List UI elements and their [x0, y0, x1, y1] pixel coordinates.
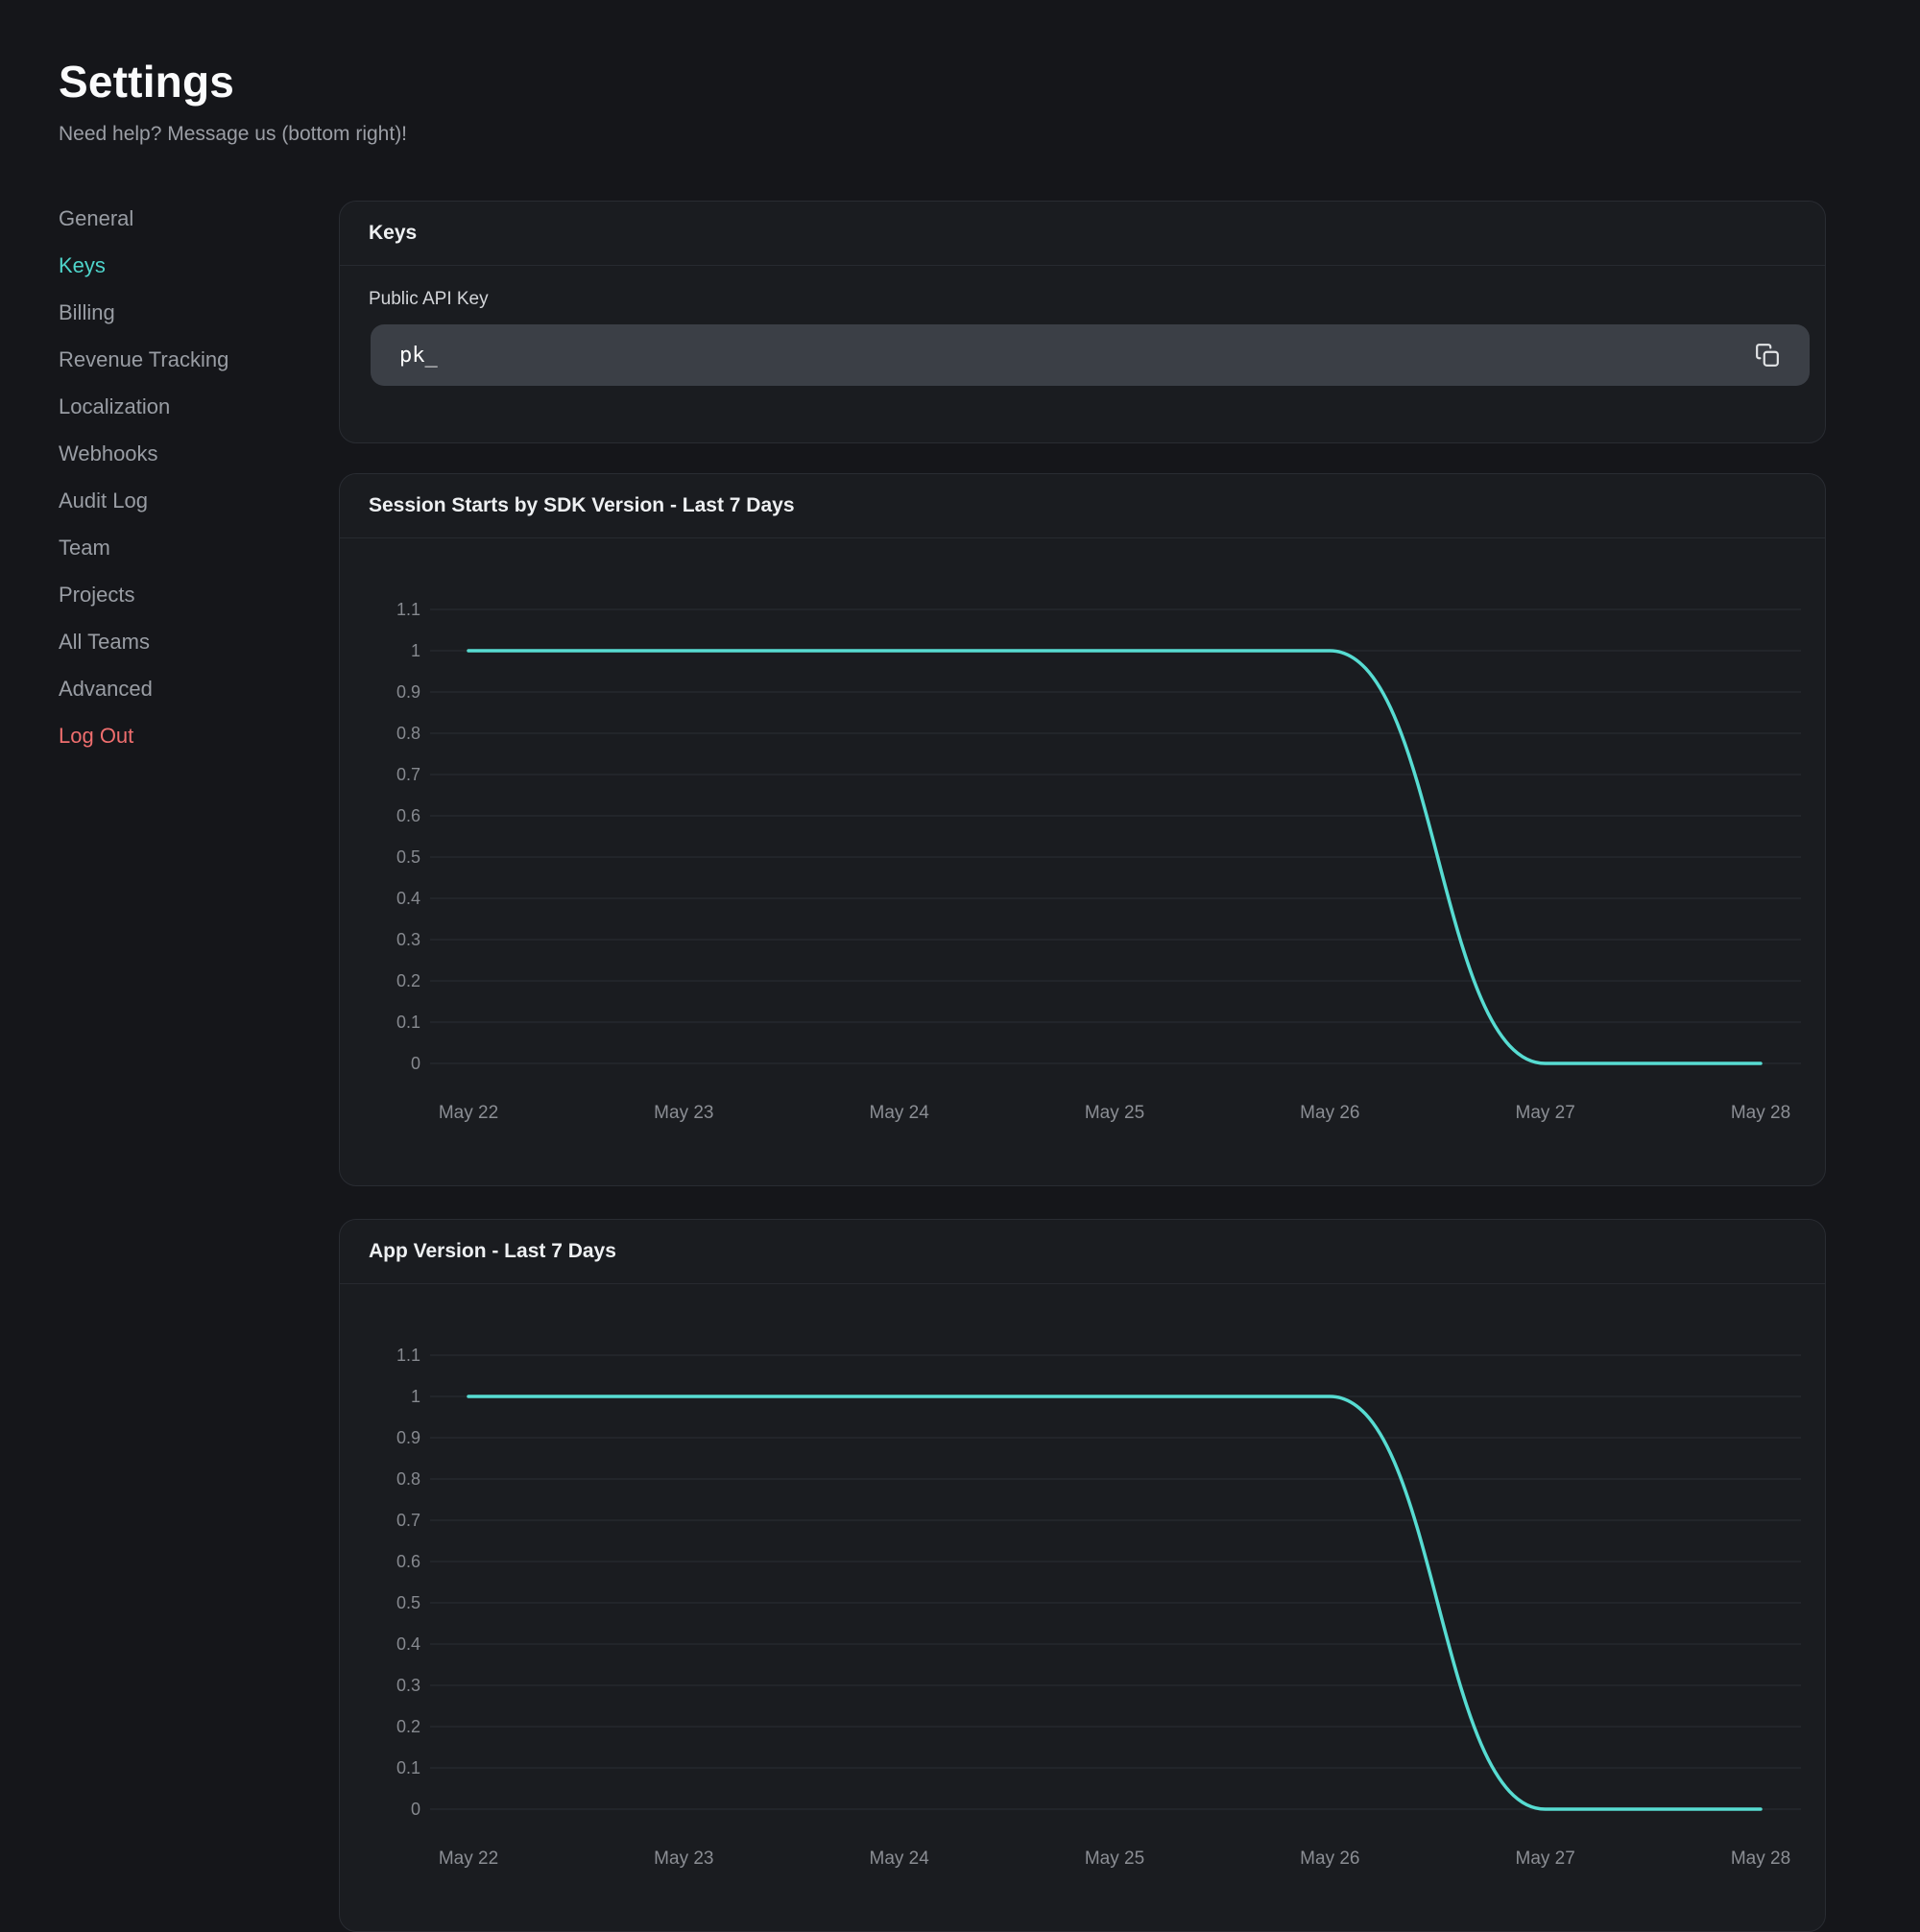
y-tick-label: 0.3 — [396, 930, 420, 949]
y-tick-label: 0 — [411, 1800, 420, 1819]
y-tick-label: 1.1 — [396, 600, 420, 619]
y-tick-label: 0.8 — [396, 1469, 420, 1489]
y-tick-label: 0.1 — [396, 1013, 420, 1032]
x-tick-label: May 25 — [1085, 1849, 1144, 1869]
line-chart: 1.1 1 0.9 0.8 0.7 0.6 0.5 0.4 0.3 0.2 0.1 0 May 22 Ma… — [340, 538, 1826, 1186]
y-tick-label: 0.2 — [396, 1717, 420, 1736]
y-tick-label: 0.3 — [396, 1676, 420, 1695]
x-tick-label: May 28 — [1731, 1103, 1790, 1123]
app-version-chart-title: App Version - Last 7 Days — [340, 1220, 1825, 1284]
y-tick-label: 0.5 — [396, 847, 420, 867]
sidebar-item-revenue-tracking[interactable]: Revenue Tracking — [59, 336, 299, 383]
keys-card-body: Public API Key pk_ — [340, 266, 1825, 386]
x-tick-label: May 27 — [1516, 1103, 1575, 1123]
app-version-chart-card: App Version - Last 7 Days 1.1 1 0.9 0.8 0.7 0… — [339, 1219, 1826, 1932]
public-api-key-field[interactable]: pk_ — [371, 324, 1810, 386]
page-subtitle: Need help? Message us (bottom right)! — [59, 123, 407, 146]
sidebar-item-projects[interactable]: Projects — [59, 571, 299, 618]
y-tick-label: 0.4 — [396, 889, 420, 908]
y-tick-label: 0.7 — [396, 1511, 420, 1530]
sdk-version-chart-title: Session Starts by SDK Version - Last 7 D… — [340, 474, 1825, 538]
sidebar-item-keys[interactable]: Keys — [59, 242, 299, 289]
copy-icon[interactable] — [1754, 342, 1781, 369]
y-tick-label: 1.1 — [396, 1346, 420, 1365]
line-chart: 1.1 1 0.9 0.8 0.7 0.6 0.5 0.4 0.3 0.2 0.1 0 May 22 Ma… — [340, 1284, 1826, 1932]
page-header: Settings Need help? Message us (bottom r… — [59, 56, 407, 146]
y-tick-label: 0.2 — [396, 971, 420, 990]
y-tick-label: 0.1 — [396, 1758, 420, 1777]
keys-card-title: Keys — [340, 202, 1825, 266]
sidebar: GeneralKeysBillingRevenue TrackingLocali… — [59, 195, 299, 759]
x-tick-label: May 22 — [439, 1849, 498, 1869]
keys-card: Keys Public API Key pk_ — [339, 201, 1826, 443]
y-tick-label: 0.8 — [396, 724, 420, 743]
y-tick-label: 0.6 — [396, 1552, 420, 1571]
y-tick-label: 0.9 — [396, 1428, 420, 1447]
x-tick-label: May 24 — [870, 1103, 930, 1123]
public-api-key-value: pk_ — [399, 344, 438, 368]
content: Keys Public API Key pk_ Session Starts b… — [339, 201, 1826, 1932]
x-tick-label: May 23 — [654, 1103, 713, 1123]
sidebar-item-localization[interactable]: Localization — [59, 383, 299, 430]
sidebar-item-general[interactable]: General — [59, 195, 299, 242]
sidebar-item-audit-log[interactable]: Audit Log — [59, 477, 299, 524]
x-tick-label: May 22 — [439, 1103, 498, 1123]
y-tick-label: 0.4 — [396, 1634, 420, 1654]
y-tick-label: 0.9 — [396, 682, 420, 702]
y-tick-label: 0 — [411, 1054, 420, 1073]
y-tick-label: 0.5 — [396, 1593, 420, 1612]
sidebar-item-log-out[interactable]: Log Out — [59, 712, 299, 759]
sidebar-item-team[interactable]: Team — [59, 524, 299, 571]
sidebar-item-billing[interactable]: Billing — [59, 289, 299, 336]
page-title: Settings — [59, 56, 407, 107]
x-tick-label: May 24 — [870, 1849, 930, 1869]
x-tick-label: May 26 — [1300, 1849, 1359, 1869]
x-tick-label: May 26 — [1300, 1103, 1359, 1123]
sidebar-item-webhooks[interactable]: Webhooks — [59, 430, 299, 477]
x-tick-label: May 25 — [1085, 1103, 1144, 1123]
sidebar-item-all-teams[interactable]: All Teams — [59, 618, 299, 665]
x-tick-label: May 23 — [654, 1849, 713, 1869]
public-api-key-label: Public API Key — [369, 289, 1796, 310]
app-version-chart: 1.1 1 0.9 0.8 0.7 0.6 0.5 0.4 0.3 0.2 0.1 0 May 22 Ma… — [340, 1284, 1826, 1932]
sdk-version-chart: 1.1 1 0.9 0.8 0.7 0.6 0.5 0.4 0.3 0.2 0.1 0 May 22 Ma… — [340, 538, 1826, 1186]
x-tick-label: May 27 — [1516, 1849, 1575, 1869]
y-tick-label: 0.6 — [396, 806, 420, 825]
y-tick-label: 1 — [411, 641, 420, 660]
sidebar-item-advanced[interactable]: Advanced — [59, 665, 299, 712]
y-tick-label: 1 — [411, 1387, 420, 1406]
x-tick-label: May 28 — [1731, 1849, 1790, 1869]
sdk-version-chart-card: Session Starts by SDK Version - Last 7 D… — [339, 473, 1826, 1186]
y-tick-label: 0.7 — [396, 765, 420, 784]
